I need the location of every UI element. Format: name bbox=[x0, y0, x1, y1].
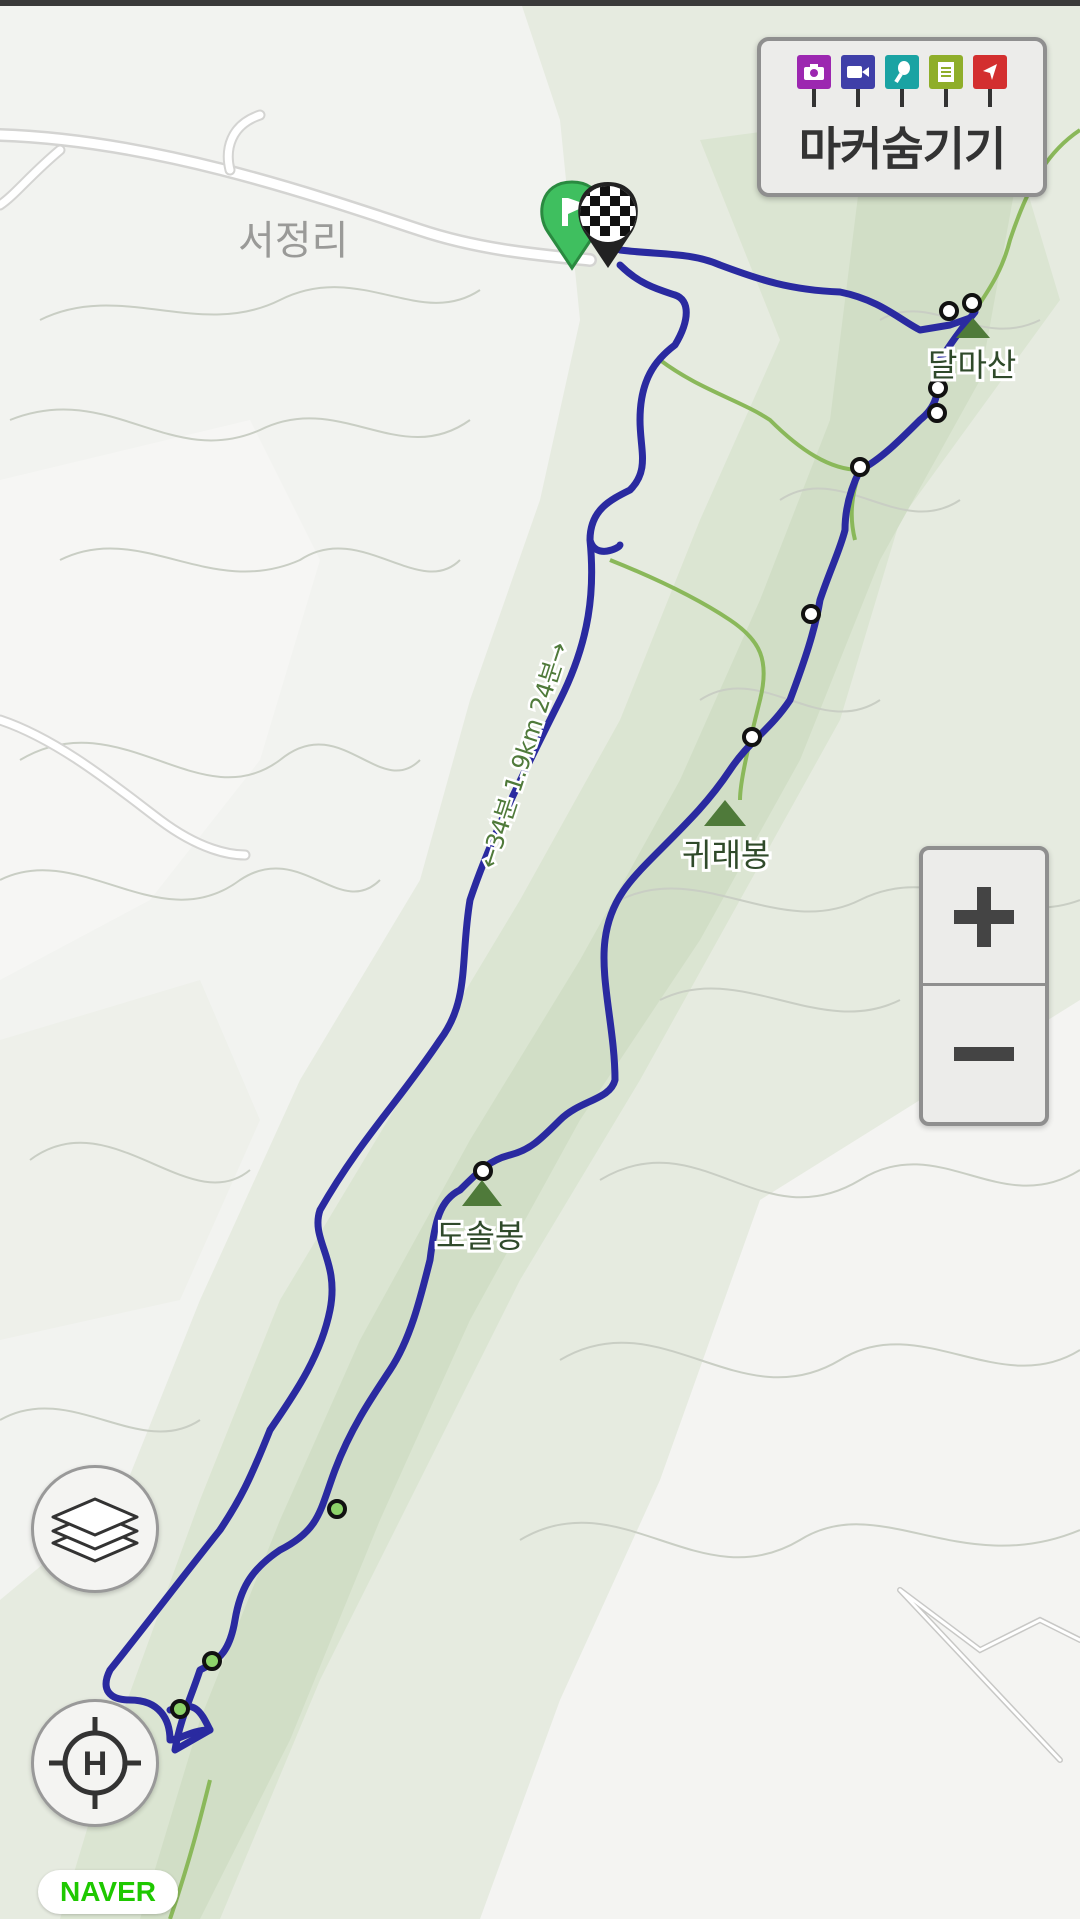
terrain bbox=[0, 6, 1080, 1919]
layers-icon bbox=[51, 1497, 139, 1563]
marker-toggle-label: 마커숨기기 bbox=[798, 122, 1007, 176]
zoom-control bbox=[919, 846, 1049, 1126]
zoom-out-button[interactable] bbox=[923, 986, 1045, 1122]
minus-icon bbox=[954, 1047, 1014, 1061]
locate-icon: H bbox=[49, 1717, 141, 1809]
svg-text:H: H bbox=[83, 1745, 108, 1783]
layers-button[interactable] bbox=[31, 1465, 159, 1593]
memo-icon bbox=[929, 55, 963, 109]
marker-toggle-panel[interactable]: 마커숨기기 bbox=[757, 37, 1047, 197]
locate-button[interactable]: H bbox=[31, 1699, 159, 1827]
camera-icon bbox=[797, 55, 831, 109]
flag-icon bbox=[973, 55, 1007, 109]
peak-label-gwiraebong: 귀래봉 bbox=[682, 836, 770, 874]
village-label: 서정리 bbox=[238, 218, 348, 264]
microphone-icon bbox=[885, 55, 919, 109]
naver-logo: NAVER bbox=[38, 1870, 178, 1914]
map-canvas[interactable]: 서정리 달마산 귀래봉 도솔봉 ←34분 1.9km 24분→ bbox=[0, 6, 1080, 1919]
plus-icon bbox=[954, 886, 1014, 947]
video-icon bbox=[841, 55, 875, 109]
peak-label-dalmasan: 달마산 bbox=[928, 346, 1016, 384]
marker-icons-row bbox=[797, 55, 1007, 109]
peak-label-dosolbong: 도솔봉 bbox=[436, 1217, 524, 1255]
zoom-in-button[interactable] bbox=[923, 850, 1045, 986]
